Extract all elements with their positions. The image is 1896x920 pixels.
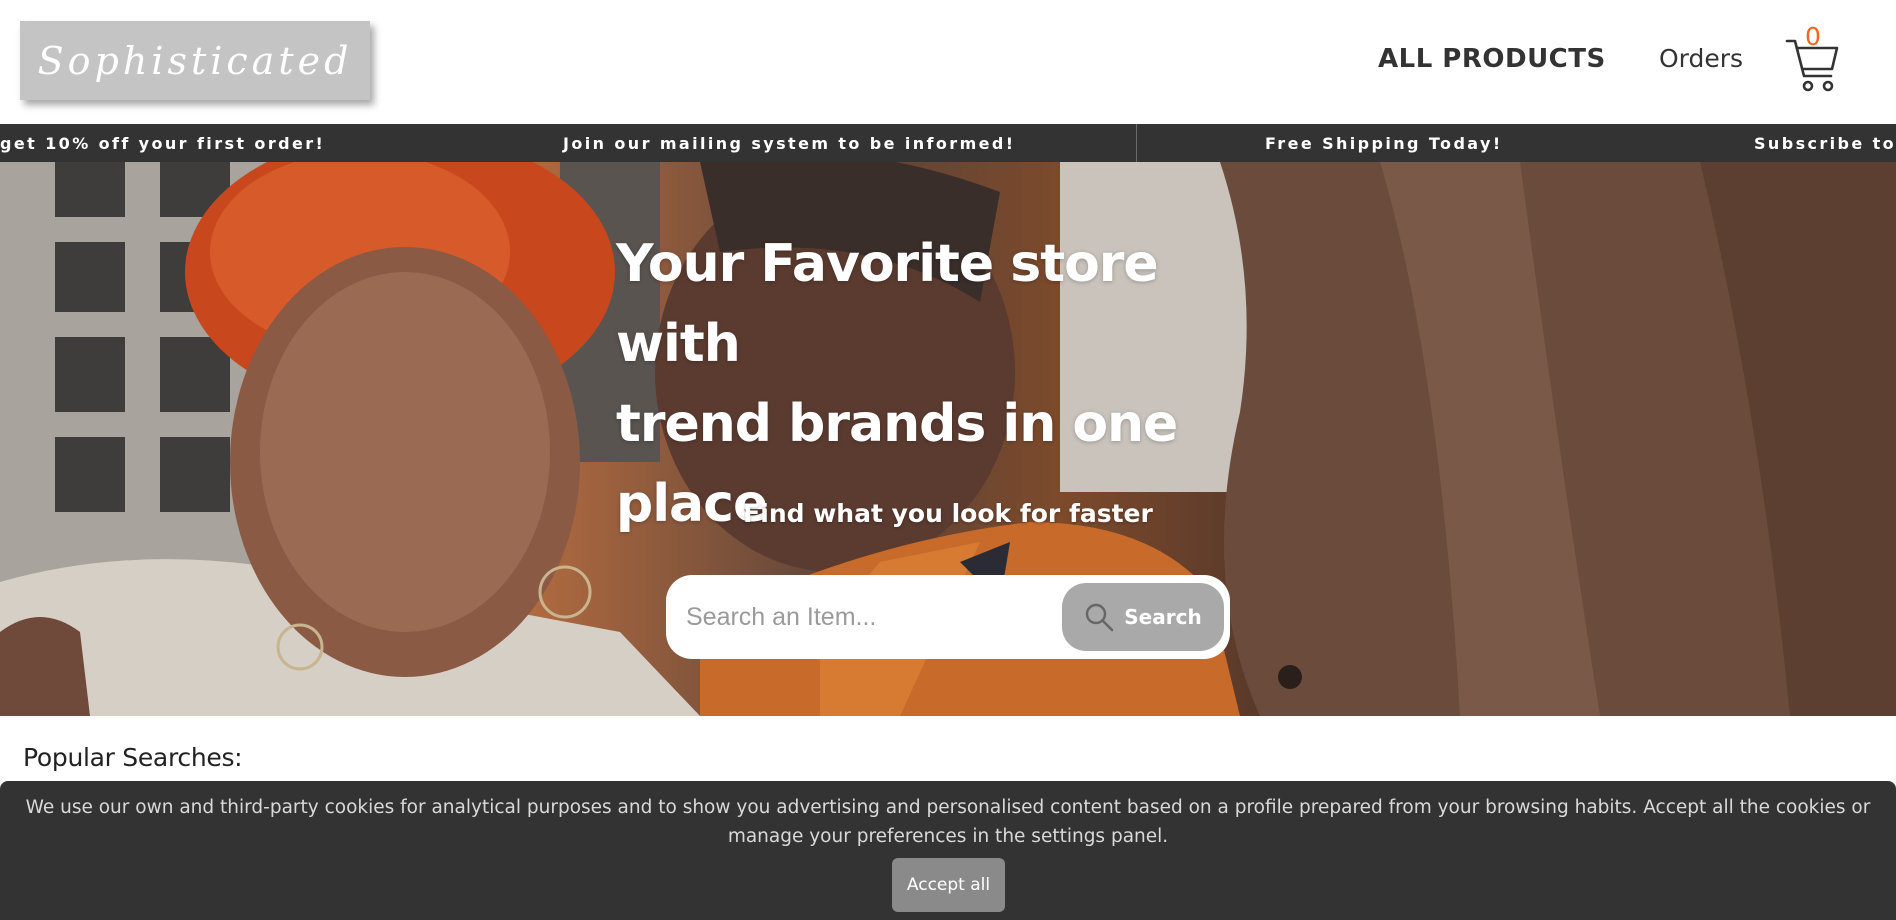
logo-text: Sophisticated [37,38,353,83]
cookie-banner: We use our own and third-party cookies f… [0,781,1896,920]
ticker-item: Free Shipping Today! [1265,134,1503,153]
hero-title-line: trend brands in one [616,394,1178,454]
ticker-divider [1136,124,1137,162]
ticker-item: get 10% off your first order! [0,134,326,153]
cookie-banner-text: We use our own and third-party cookies f… [25,797,1871,847]
search-bar: Search [666,575,1230,659]
ticker-item: Subscribe to [1754,134,1896,153]
cart-count-badge: 0 [1805,22,1821,51]
ticker-item: Join our mailing system to be informed! [563,134,1016,153]
accept-all-cookies-button[interactable]: Accept all [892,858,1005,912]
search-button-label: Search [1124,605,1202,629]
logo[interactable]: Sophisticated [20,21,370,100]
site-header: Sophisticated ALL PRODUCTS Orders 0 [0,0,1896,124]
hero-title-line: Your Favorite store with [616,234,1159,374]
promo-ticker: get 10% off your first order! Join our m… [0,124,1896,162]
hero-title: Your Favorite store with trend brands in… [616,224,1296,544]
popular-searches-heading: Popular Searches: [23,743,243,772]
search-icon [1086,603,1114,632]
nav-all-products-link[interactable]: ALL PRODUCTS [1378,44,1606,74]
hero-subtitle: Find what you look for faster [743,499,1153,528]
hero-banner: Your Favorite store with trend brands in… [0,162,1896,716]
search-input[interactable] [686,593,1046,641]
search-button[interactable]: Search [1062,583,1224,651]
nav-orders-link[interactable]: Orders [1659,44,1743,73]
